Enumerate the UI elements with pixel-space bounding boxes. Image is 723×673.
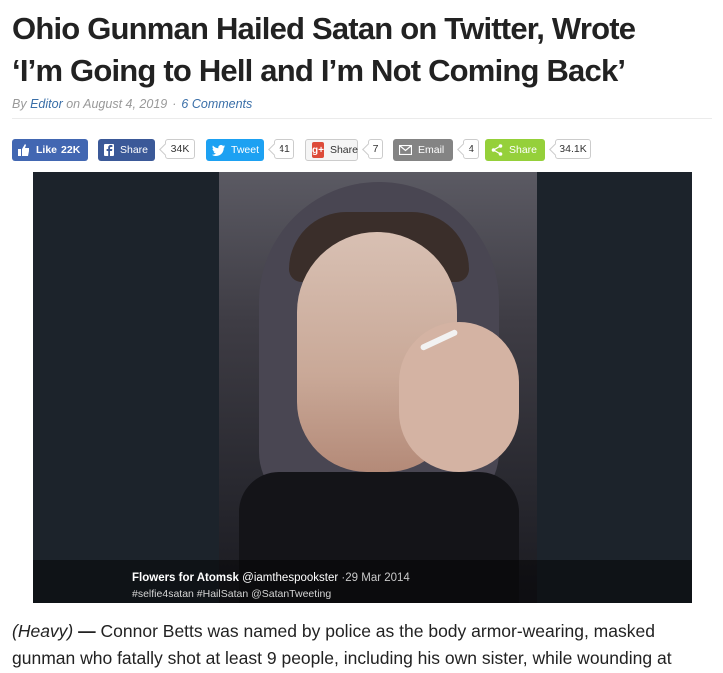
article-title: Ohio Gunman Hailed Satan on Twitter, Wro… bbox=[12, 8, 712, 92]
email-share-button[interactable]: Email bbox=[393, 139, 453, 161]
caption-tags: #selfie4satan #HailSatan @SatanTweeting bbox=[132, 588, 332, 600]
tweet-caption: Flowers for Atomsk @iamthespookster ·29 … bbox=[132, 572, 410, 584]
google-plus-share-count: 7 bbox=[368, 139, 383, 159]
body-paragraph: Connor Betts was named by police as the … bbox=[12, 621, 672, 668]
byline: By Editor on August 4, 2019 · 6 Comments bbox=[12, 97, 252, 111]
caption-name: Flowers for Atomsk bbox=[132, 572, 239, 584]
comments-link[interactable]: 6 Comments bbox=[181, 97, 252, 111]
tweet-label: Tweet bbox=[231, 144, 260, 156]
divider bbox=[12, 118, 712, 119]
sharethis-count: 34.1K bbox=[555, 139, 591, 159]
facebook-share-button[interactable]: Share bbox=[98, 139, 155, 161]
facebook-share-count: 34K bbox=[165, 139, 195, 159]
hand-shape bbox=[399, 322, 519, 472]
caption-date: 29 Mar 2014 bbox=[345, 572, 410, 584]
like-label: Like bbox=[36, 144, 58, 156]
like-button[interactable]: Like 22K bbox=[12, 139, 88, 161]
caption-handle: @iamthespookster bbox=[242, 572, 339, 584]
selfie-photo bbox=[219, 172, 537, 603]
facebook-icon bbox=[104, 144, 114, 156]
tweet-button[interactable]: Tweet bbox=[206, 139, 264, 161]
title-line-1: Ohio Gunman Hailed Satan on Twitter, Wro… bbox=[12, 11, 636, 46]
byline-on: on bbox=[66, 97, 81, 111]
twitter-bird-icon bbox=[212, 144, 225, 156]
like-count: 22K bbox=[61, 144, 81, 156]
envelope-icon bbox=[399, 145, 412, 155]
email-share-count: 4 bbox=[463, 139, 479, 159]
sharethis-button[interactable]: Share bbox=[485, 139, 545, 161]
thumbs-up-icon bbox=[18, 144, 30, 156]
facebook-share-label: Share bbox=[120, 144, 149, 156]
share-icon bbox=[491, 144, 503, 156]
title-line-2: ‘I’m Going to Hell and I’m Not Coming Ba… bbox=[12, 53, 626, 88]
em-dash: — bbox=[78, 621, 96, 641]
google-plus-share-button[interactable]: g+ Share bbox=[305, 139, 358, 161]
tweet-count: 41 bbox=[274, 139, 294, 159]
source-credit: (Heavy) bbox=[12, 621, 74, 641]
author-link[interactable]: Editor bbox=[30, 97, 63, 111]
byline-by: By bbox=[12, 97, 27, 111]
google-plus-icon: g+ bbox=[312, 142, 324, 158]
post-date: August 4, 2019 bbox=[83, 97, 168, 111]
email-share-label: Email bbox=[418, 144, 445, 156]
google-plus-share-label: Share bbox=[329, 144, 358, 156]
sharethis-label: Share bbox=[509, 144, 538, 156]
article-image: Flowers for Atomsk @iamthespookster ·29 … bbox=[33, 172, 692, 603]
byline-separator: · bbox=[172, 97, 177, 111]
article-body: (Heavy) — Connor Betts was named by poli… bbox=[12, 618, 712, 672]
